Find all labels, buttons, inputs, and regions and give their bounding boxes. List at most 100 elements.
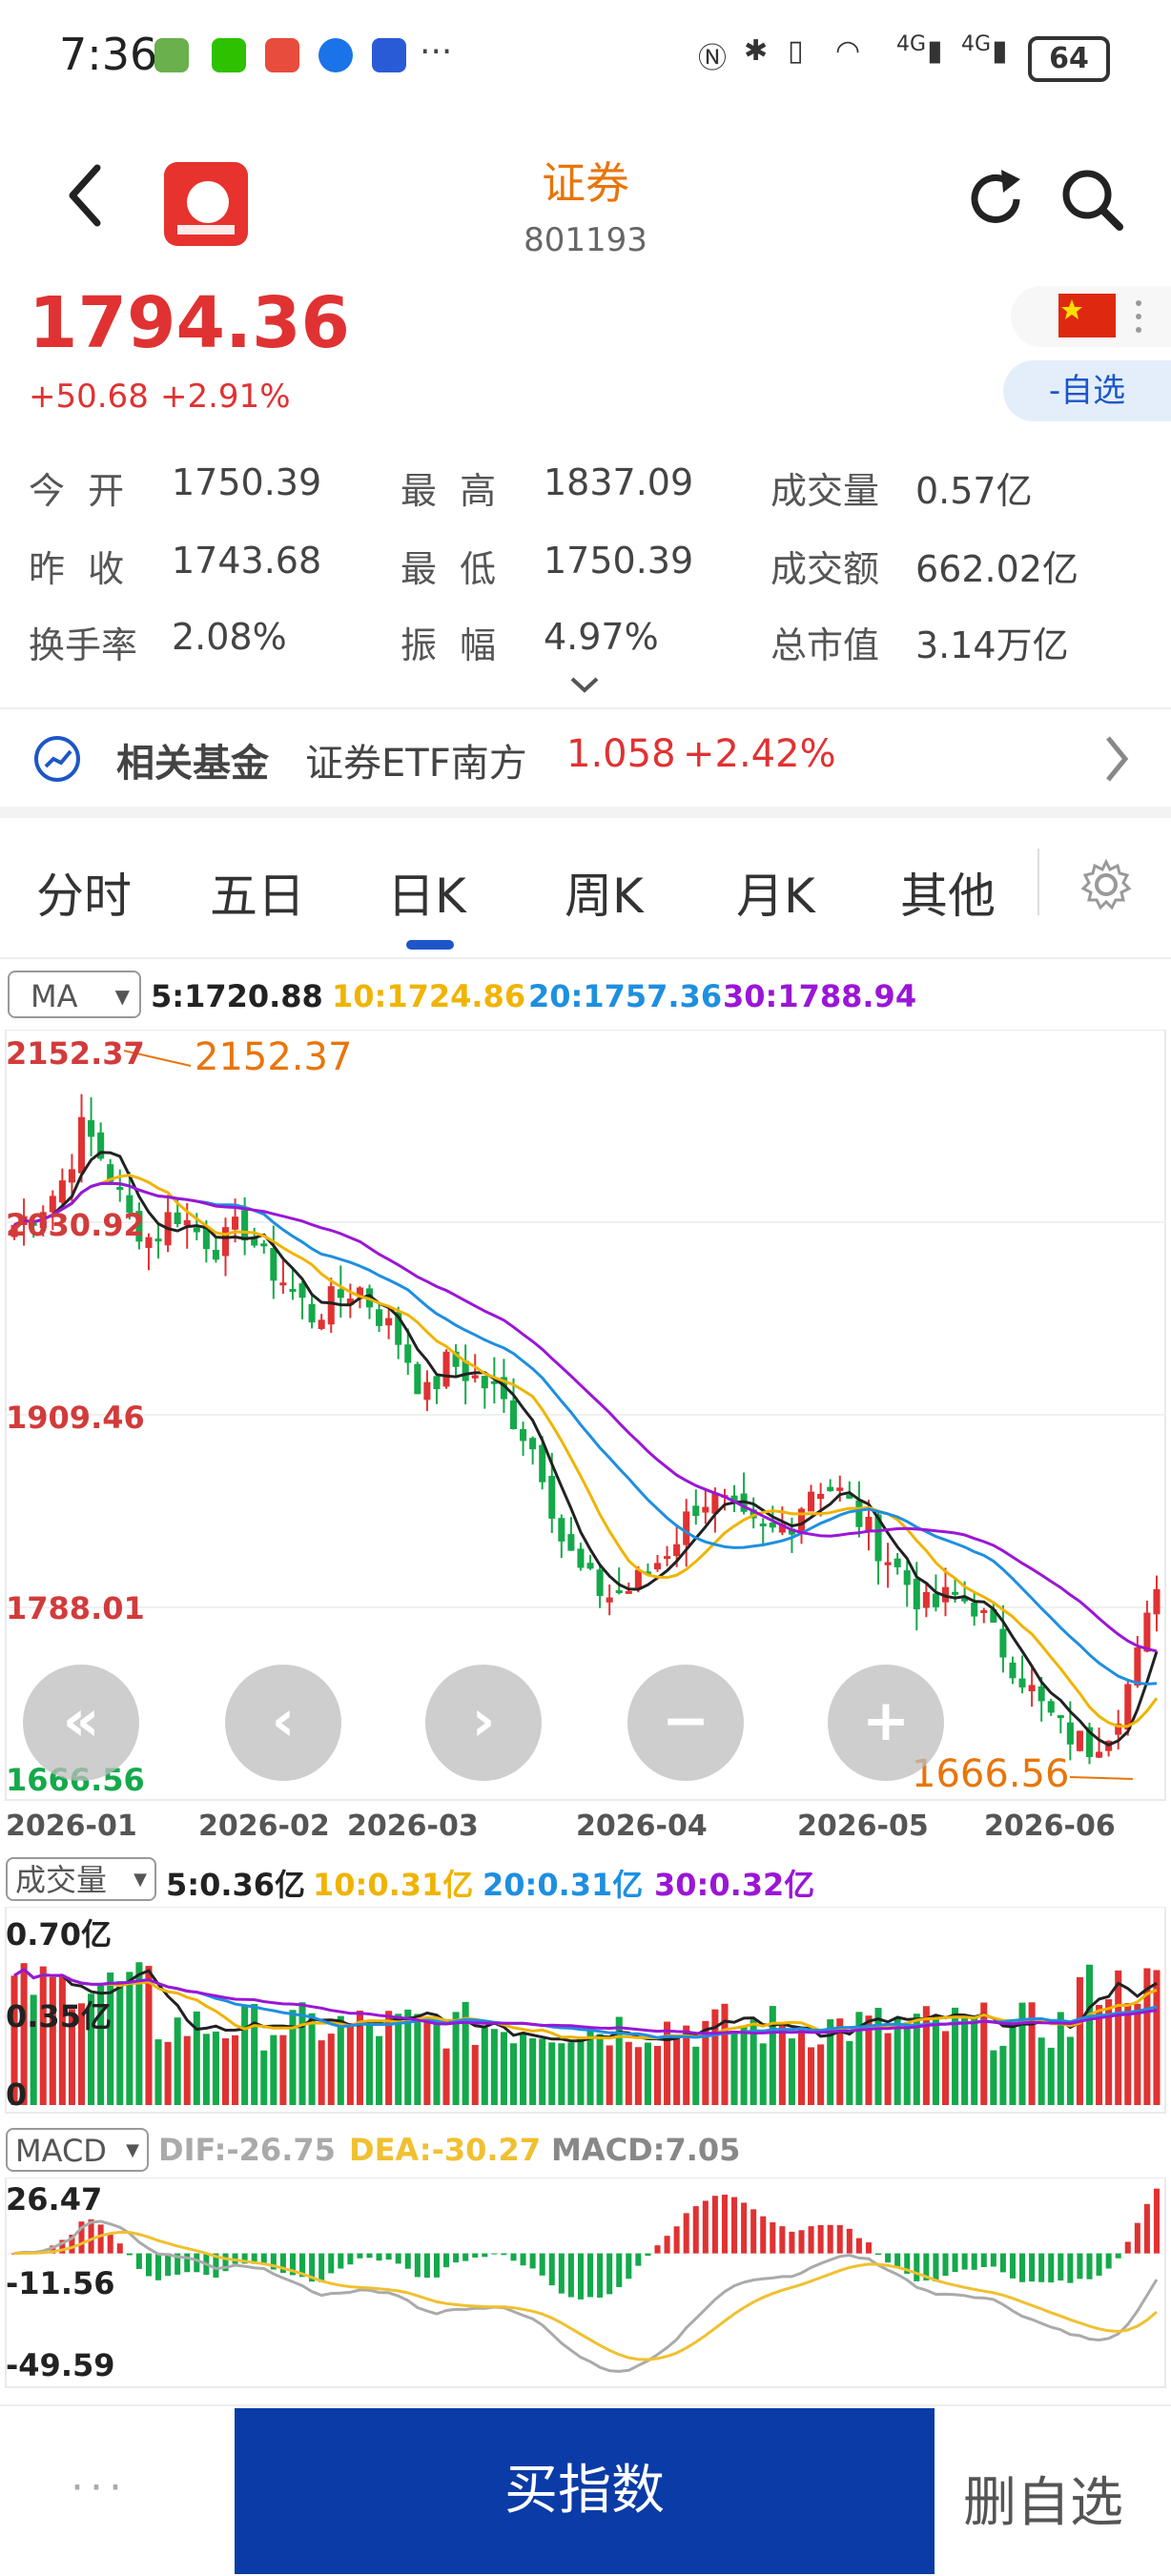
volume-bar xyxy=(999,2045,1007,2105)
macd-bar xyxy=(635,2253,642,2266)
macd-bar xyxy=(961,2253,968,2270)
volume-bar xyxy=(126,1972,134,2105)
macd-bar xyxy=(616,2253,623,2287)
more-menu-button[interactable]: ··· xyxy=(71,2464,128,2512)
macd-bar xyxy=(827,2224,833,2254)
zoom-out-button[interactable]: − xyxy=(627,1665,744,1781)
tab-other[interactable]: 其他 xyxy=(900,858,996,927)
tab-five-day[interactable]: 五日 xyxy=(210,858,305,927)
scroll-right-button[interactable]: › xyxy=(425,1665,542,1781)
macd-bar xyxy=(501,2253,507,2256)
fund-label: 相关基金 xyxy=(116,742,269,786)
dropdown-icon: ▼ xyxy=(114,985,130,1008)
stat-label: 振 幅 xyxy=(401,624,497,666)
macd-bar xyxy=(1058,2253,1064,2281)
x-tick-label: 2026-01 xyxy=(6,1809,137,1843)
volume-bar xyxy=(337,2015,344,2105)
dea-value: DEA:-30.27 xyxy=(349,2132,542,2168)
macd-bar xyxy=(798,2230,805,2254)
macd-bar xyxy=(942,2253,949,2277)
macd-bar xyxy=(1048,2253,1055,2283)
tab-daily-k[interactable]: 日K xyxy=(387,858,466,927)
macd-bar xyxy=(376,2253,382,2261)
volume-bar xyxy=(1085,1964,1094,2105)
macd-bar xyxy=(626,2253,632,2280)
volume-bar xyxy=(615,2016,623,2105)
volume-bar xyxy=(1076,1976,1083,2105)
volume-bar xyxy=(365,2022,374,2105)
macd-bar xyxy=(107,2234,113,2254)
candle xyxy=(952,1591,959,1595)
volume-bar xyxy=(932,2014,939,2105)
candle xyxy=(1018,1678,1026,1688)
volume-bar xyxy=(241,2005,249,2105)
buy-index-button[interactable]: 买指数 xyxy=(235,2408,935,2574)
macd-bar xyxy=(453,2253,460,2263)
macd-bar xyxy=(692,2206,699,2254)
vol-y-tick: 0 xyxy=(6,2076,28,2113)
macd-bar xyxy=(1153,2188,1160,2254)
x-tick-label: 2026-02 xyxy=(198,1809,330,1843)
volume-bar xyxy=(346,2023,354,2105)
section-gap xyxy=(0,807,1171,818)
candle xyxy=(174,1212,181,1224)
volume-bar xyxy=(318,2040,325,2105)
indicator-select[interactable]: MA ▼ xyxy=(8,971,141,1018)
settings-gear-icon[interactable] xyxy=(1078,856,1135,913)
macd-bar xyxy=(338,2253,344,2269)
tab-intraday[interactable]: 分时 xyxy=(36,858,132,927)
macd-bar xyxy=(328,2253,335,2274)
refresh-button[interactable] xyxy=(963,166,1030,233)
tab-monthly-k[interactable]: 月K xyxy=(736,858,815,927)
macd-bar xyxy=(194,2253,200,2273)
current-price: 1794.36 xyxy=(29,282,351,364)
volume-bar xyxy=(481,2027,488,2105)
tab-weekly-k[interactable]: 周K xyxy=(565,858,644,927)
market-flag-box[interactable] xyxy=(1011,286,1171,347)
macd-bar xyxy=(357,2253,363,2259)
candle xyxy=(558,1518,565,1542)
price-change-pct: +2.91% xyxy=(160,378,291,416)
volume-bar xyxy=(721,2003,729,2105)
ma10-value: 10:1724.86 xyxy=(332,978,526,1014)
candle xyxy=(404,1344,412,1363)
candle xyxy=(433,1376,441,1390)
macd-bar xyxy=(664,2236,670,2254)
volume-bar xyxy=(922,2006,930,2105)
volume-select[interactable]: 成交量 ▼ xyxy=(6,1857,156,1901)
volume-bar xyxy=(539,2038,546,2105)
scroll-left-button[interactable]: ‹ xyxy=(225,1665,341,1781)
volume-bar xyxy=(1018,2002,1026,2105)
macd-bar xyxy=(914,2253,920,2281)
candle xyxy=(692,1505,700,1517)
candlestick-chart[interactable] xyxy=(0,1030,1171,1802)
delete-watchlist-button[interactable]: 删自选 xyxy=(963,2460,1123,2537)
macd-bar xyxy=(1029,2253,1036,2282)
volume-bar xyxy=(1037,2037,1045,2105)
stat-label: 成交额 xyxy=(770,548,880,590)
macd-select[interactable]: MACD ▼ xyxy=(6,2128,149,2172)
stat-value: 2.08% xyxy=(172,616,287,658)
macd-bar xyxy=(999,2253,1006,2273)
volume-bar xyxy=(500,2032,507,2105)
zoom-in-button[interactable]: + xyxy=(828,1665,944,1781)
scroll-far-left-button[interactable]: « xyxy=(23,1665,139,1781)
volume-bar xyxy=(212,2031,219,2105)
volume-chart[interactable] xyxy=(0,1907,1171,2115)
candle xyxy=(520,1429,527,1441)
expand-stats-icon[interactable] xyxy=(568,675,601,698)
candle xyxy=(221,1227,230,1257)
candle xyxy=(1047,1701,1055,1713)
macd-bar xyxy=(491,2253,498,2255)
candle xyxy=(913,1578,920,1610)
search-button[interactable] xyxy=(1058,166,1125,233)
battery-indicator: 64 xyxy=(1028,36,1110,82)
china-flag-icon xyxy=(1058,294,1141,337)
remove-watchlist-button[interactable]: -自选 xyxy=(1003,360,1171,421)
candle xyxy=(827,1486,834,1492)
related-fund-row[interactable]: 相关基金 证券ETF南方 1.058 +2.42% xyxy=(0,709,1171,805)
macd-chart[interactable] xyxy=(0,2177,1171,2389)
signal-label-1: 4G xyxy=(896,32,927,56)
clock: 7:36 xyxy=(59,29,158,80)
volume-bar xyxy=(788,2038,795,2105)
